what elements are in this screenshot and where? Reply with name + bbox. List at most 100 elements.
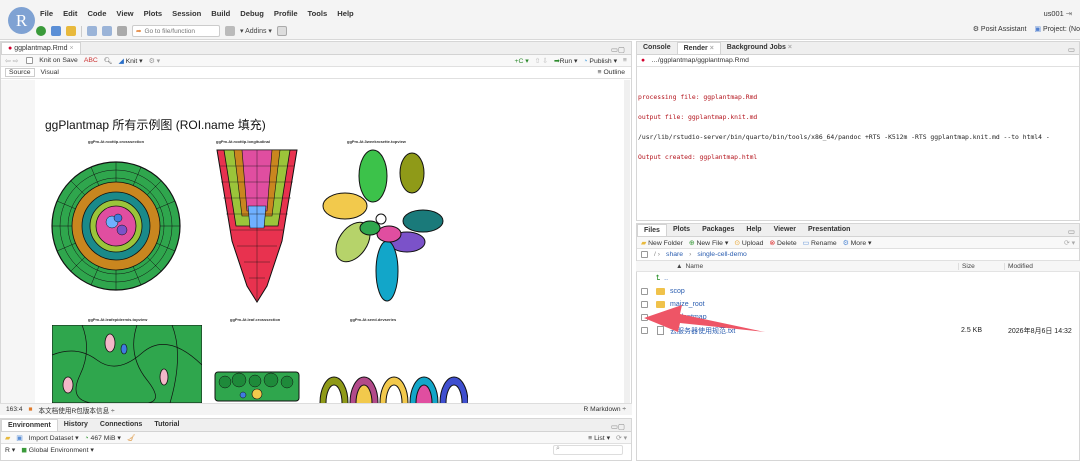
tab-help[interactable]: Help	[740, 224, 767, 236]
settings-gear-icon[interactable]: ⚙ ▾	[149, 57, 160, 65]
open-file-icon[interactable]	[66, 26, 76, 36]
delete-label: Delete	[776, 239, 797, 247]
goto-file-input[interactable]: ➦ Go to file/function	[132, 25, 220, 37]
pane-minmax-icon[interactable]: ▭▢	[611, 45, 625, 54]
tab-viewer[interactable]: Viewer	[768, 224, 802, 236]
roottip-crosssection-figure	[51, 161, 181, 291]
tab-environment[interactable]: Environment	[1, 419, 58, 431]
more-button[interactable]: ⚙ More ▾	[843, 239, 872, 247]
delete-button[interactable]: ⊗ Delete	[769, 239, 796, 247]
r-language-selector[interactable]: R ▾	[5, 446, 15, 454]
project-icon: ▣	[1034, 26, 1042, 33]
menu-code[interactable]: Code	[87, 9, 106, 18]
menu-session[interactable]: Session	[172, 9, 201, 18]
doc-type-selector[interactable]: R Markdown ÷	[584, 406, 626, 413]
print-icon[interactable]	[117, 26, 127, 36]
files-minmax-icon[interactable]: ▭	[1068, 227, 1075, 236]
select-all-checkbox[interactable]	[641, 251, 648, 258]
menu-file[interactable]: File	[40, 9, 53, 18]
tab-ggplantmap-rmd[interactable]: ● ggplantmap.Rmd ×	[1, 42, 81, 54]
spellcheck-icon[interactable]: ABC	[84, 57, 98, 64]
env-tabbar: Environment History Connections Tutorial…	[1, 419, 631, 432]
tab-render[interactable]: Render ×	[676, 42, 721, 54]
outline-button[interactable]: ≡ Outline	[598, 69, 625, 76]
menu-debug[interactable]: Debug	[240, 9, 264, 18]
new-folder-button[interactable]: ▰ New Folder	[641, 239, 683, 247]
save-all-icon[interactable]	[102, 26, 112, 36]
save-icon[interactable]	[87, 26, 97, 36]
publish-icon: ◔	[583, 57, 588, 65]
addins-menu[interactable]: ▾ Addins ▾	[240, 27, 272, 35]
layout-icon[interactable]	[276, 26, 287, 36]
visual-mode-button[interactable]: Visual	[41, 69, 59, 76]
load-workspace-icon[interactable]: ▰	[5, 434, 10, 442]
column-modified[interactable]: Modified	[1004, 262, 1033, 270]
close-jobs-icon[interactable]: ×	[786, 44, 792, 51]
tab-tutorial[interactable]: Tutorial	[148, 419, 185, 431]
new-file-icon[interactable]	[36, 26, 46, 36]
parent-dir-label: ..	[664, 275, 669, 282]
list-item-parent[interactable]: ⮤ ..	[636, 272, 1080, 285]
view-mode-button[interactable]: ≡ List ▾	[588, 434, 610, 442]
sign-out-icon[interactable]: ⇥	[1066, 9, 1072, 18]
publish-button[interactable]: ◔ Publish ▾	[583, 57, 617, 65]
toolbar-divider	[81, 25, 82, 37]
breadcrumb-root[interactable]: / ›	[654, 251, 660, 258]
tab-connections[interactable]: Connections	[94, 419, 148, 431]
tab-background-jobs[interactable]: Background Jobs ×	[721, 42, 798, 54]
tab-presentation[interactable]: Presentation	[802, 224, 856, 236]
tab-history[interactable]: History	[58, 419, 94, 431]
chunk-nav-icon[interactable]: ⇧ ⇩	[535, 57, 548, 65]
new-project-icon[interactable]	[51, 26, 61, 36]
menu-view[interactable]: View	[116, 9, 133, 18]
save-workspace-icon[interactable]: ▣	[16, 434, 22, 442]
figure-title-3: ggPm.At.3weekrosette.topview	[347, 139, 406, 144]
grid-icon[interactable]	[225, 26, 235, 36]
broom-icon[interactable]: 🧹︎	[127, 434, 136, 442]
menu-help[interactable]: Help	[337, 9, 353, 18]
close-render-icon[interactable]: ×	[708, 45, 714, 52]
tab-files[interactable]: Files	[637, 224, 667, 236]
menu-plots[interactable]: Plots	[144, 9, 163, 18]
upload-button[interactable]: ⊙ Upload	[734, 239, 763, 247]
menu-tools[interactable]: Tools	[308, 9, 328, 18]
user-menu[interactable]: us001 ⇥	[1044, 9, 1072, 18]
knit-on-save-checkbox[interactable]	[26, 57, 34, 64]
source-mode-button[interactable]: Source	[5, 68, 35, 77]
memory-usage[interactable]: ◔ 467 MiB ▾	[85, 434, 121, 442]
column-name[interactable]: Name	[686, 263, 704, 270]
chunk-selector[interactable]: 本文档使用R包版本信息 ÷	[39, 405, 115, 415]
env-minmax-icon[interactable]: ▭▢	[611, 422, 625, 431]
env-search-input[interactable]: ⌕	[553, 445, 623, 455]
back-icon[interactable]: ⇦ ⇨	[5, 57, 18, 65]
menu-edit[interactable]: Edit	[63, 9, 77, 18]
run-button[interactable]: ➡Run ▾	[554, 57, 577, 65]
editor-menu-icon[interactable]: ≡	[623, 57, 627, 64]
breadcrumb-single-cell-demo[interactable]: single-cell-demo	[697, 251, 747, 258]
close-tab-icon[interactable]: ×	[69, 45, 73, 52]
tab-packages[interactable]: Packages	[696, 224, 740, 236]
tab-console[interactable]: Console	[637, 42, 677, 54]
project-menu[interactable]: ▣ Project: (No	[1034, 25, 1080, 33]
menu-build[interactable]: Build	[211, 9, 230, 18]
new-file-button[interactable]: ⊕ New File ▾	[689, 239, 728, 247]
files-refresh-icon[interactable]: ⟳ ▾	[1064, 239, 1075, 247]
import-dataset-button[interactable]: Import Dataset ▾	[29, 434, 79, 442]
console-line-output: output file: ggplantmap.knit.md	[638, 113, 758, 121]
menu-profile[interactable]: Profile	[274, 9, 298, 18]
breadcrumb-share[interactable]: share	[666, 251, 683, 258]
rename-button[interactable]: ▭ Rename	[803, 239, 837, 247]
scope-selector[interactable]: ◼ Global Environment ▾	[21, 446, 94, 454]
figure-title-5: ggPm.At.leaf.crosssection	[230, 317, 281, 322]
editor-scrollbar[interactable]	[624, 80, 630, 403]
knit-button[interactable]: ◢ Knit ▾	[118, 57, 142, 65]
posit-assistant-button[interactable]: ⚙ Posit Assistant	[973, 25, 1027, 33]
refresh-icon[interactable]: ⟳ ▾	[616, 434, 627, 442]
console-minmax-icon[interactable]: ▭	[1068, 45, 1075, 54]
insert-chunk-icon[interactable]: +C ▾	[514, 57, 528, 65]
tab-plots[interactable]: Plots	[667, 224, 696, 236]
find-icon[interactable]: 🔍︎	[104, 57, 113, 65]
goto-placeholder: Go to file/function	[144, 27, 196, 35]
column-size[interactable]: Size	[958, 262, 975, 270]
new-folder-label: New Folder	[648, 239, 683, 247]
